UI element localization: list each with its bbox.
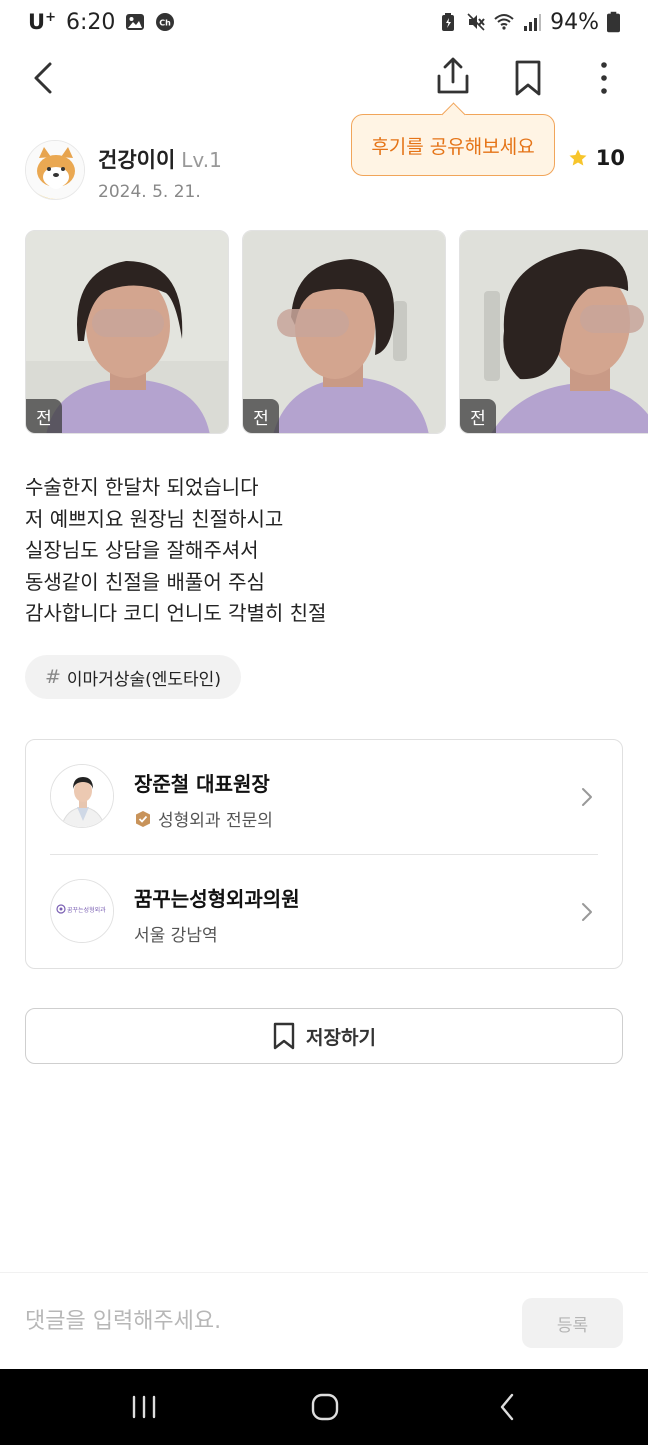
review-line: 동생같이 친절을 배풀어 주심 xyxy=(25,569,265,594)
channel-icon: Ch xyxy=(156,13,175,31)
photo-carousel[interactable]: 전 전 전 xyxy=(25,230,648,434)
certified-badge-icon xyxy=(136,810,150,827)
battery-percent: 94% xyxy=(550,9,599,35)
photo-tag: 전 xyxy=(26,399,62,433)
shiba-dog-icon xyxy=(26,141,84,199)
gallery-icon xyxy=(126,14,145,30)
avatar[interactable] xyxy=(25,140,85,200)
hashtag-label: 이마거상술(엔도타인) xyxy=(66,669,221,690)
clinic-row[interactable]: 꿈꾸는성형외과 꿈꾸는성형외과의원 서울 강남역 xyxy=(26,855,622,969)
bookmark-icon[interactable] xyxy=(510,58,546,98)
review-line: 저 예쁘지요 원장님 친절하시고 xyxy=(25,506,284,531)
home-icon[interactable] xyxy=(305,1389,345,1425)
bookmark-icon xyxy=(273,1022,295,1050)
procedure-hashtag-chip[interactable]: # 이마거상술(엔도타인) xyxy=(25,655,241,699)
svg-text:Ch: Ch xyxy=(160,19,172,28)
clinic-location: 서울 강남역 xyxy=(134,926,218,946)
review-line: 실장님도 상담을 잘해주셔서 xyxy=(25,538,259,562)
chevron-right-icon xyxy=(582,788,592,806)
top-toolbar xyxy=(0,50,648,106)
signal-icon xyxy=(524,14,542,31)
carrier-label: U+ xyxy=(28,10,56,34)
back-icon[interactable] xyxy=(488,1389,528,1425)
clinic-logo-mark: 꿈꾸는성형외과 xyxy=(51,880,113,942)
comment-submit-button[interactable]: 등록 xyxy=(522,1298,623,1348)
share-icon[interactable] xyxy=(434,56,472,98)
review-photo[interactable]: 전 xyxy=(25,230,229,434)
review-photo[interactable]: 전 xyxy=(242,230,446,434)
more-options-icon[interactable] xyxy=(590,58,618,98)
mute-icon xyxy=(467,13,485,31)
author-level: Lv.1 xyxy=(181,148,222,172)
doctor-avatar xyxy=(50,764,114,828)
battery-icon xyxy=(607,11,620,33)
review-line: 감사합니다 코디 언니도 각별히 친절 xyxy=(25,601,327,625)
back-arrow-icon[interactable] xyxy=(26,58,62,98)
comment-input[interactable] xyxy=(25,1299,505,1343)
clinic-logo-text: 꿈꾸는성형외과 xyxy=(67,906,106,914)
review-line: 수술한지 한달차 되었습니다 xyxy=(25,475,259,499)
doctor-photo xyxy=(51,765,113,827)
wifi-icon xyxy=(494,14,514,30)
review-body: 수술한지 한달차 되었습니다 저 예쁘지요 원장님 친절하시고 실장님도 상담을… xyxy=(25,472,625,630)
review-photo[interactable]: 전 xyxy=(459,230,648,434)
comment-bar: 등록 xyxy=(0,1272,648,1369)
author-name[interactable]: 건강이이 Lv.1 xyxy=(98,144,222,174)
save-button[interactable]: 저장하기 xyxy=(25,1008,623,1064)
author-section: 건강이이 Lv.1 2024. 5. 21. 10 xyxy=(25,140,625,204)
battery-saver-icon xyxy=(442,13,455,31)
photo-tag: 전 xyxy=(460,399,496,433)
status-time: 6:20 xyxy=(65,9,116,35)
rating: 10 xyxy=(568,146,625,170)
doctor-name: 장준철 대표원장 xyxy=(134,772,270,796)
rating-value: 10 xyxy=(595,146,625,170)
review-date: 2024. 5. 21. xyxy=(98,182,201,202)
photo-tag: 전 xyxy=(243,399,279,433)
chevron-right-icon xyxy=(582,903,592,921)
clinic-logo: 꿈꾸는성형외과 xyxy=(50,879,114,943)
recent-apps-icon[interactable] xyxy=(124,1389,164,1425)
save-button-label: 저장하기 xyxy=(306,1026,376,1049)
hash-icon: # xyxy=(45,666,61,688)
doctor-clinic-card: 장준철 대표원장 성형외과 전문의 꿈꾸는성형외과 꿈꾸는성형외과의원 서울 강… xyxy=(25,739,623,969)
star-icon xyxy=(569,149,587,166)
system-nav-bar xyxy=(0,1369,648,1445)
doctor-row[interactable]: 장준철 대표원장 성형외과 전문의 xyxy=(26,740,622,854)
clinic-name: 꿈꾸는성형외과의원 xyxy=(134,887,300,911)
doctor-specialty: 성형외과 전문의 xyxy=(134,806,273,831)
status-bar: U+ 6:20 Ch 94% xyxy=(0,0,648,44)
